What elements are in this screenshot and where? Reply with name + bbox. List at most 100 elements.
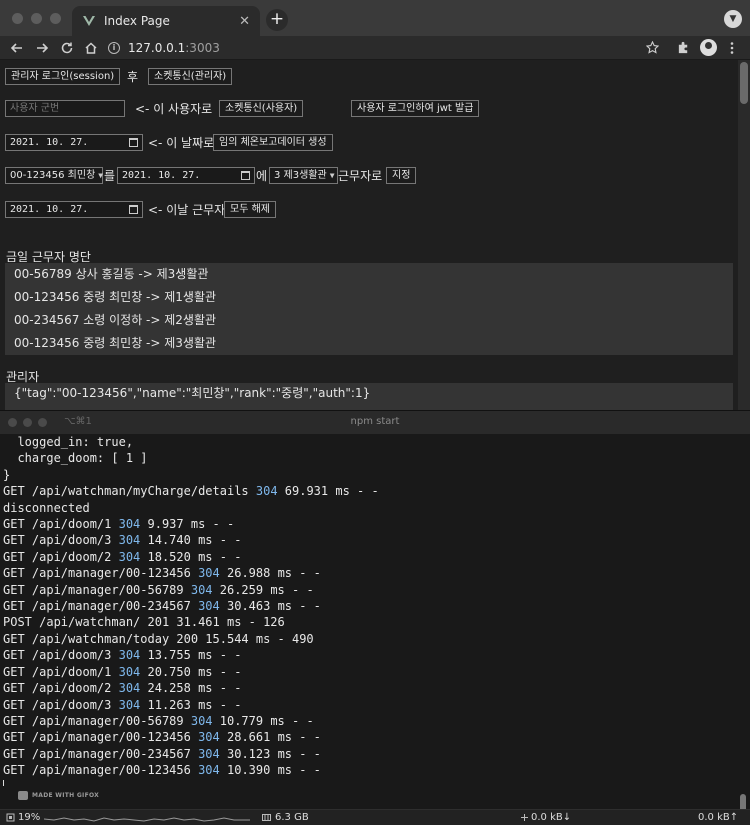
status-code: 304 xyxy=(198,746,220,761)
terminal-text: 9.937 ms - - xyxy=(140,517,235,532)
status-code: 304 xyxy=(255,484,278,499)
socket-admin-button[interactable]: 소켓통신(관리자) xyxy=(148,68,233,85)
terminal-line: GET /api/manager/00-123456 304 26.988 ms… xyxy=(3,565,738,581)
url-host: 127.0.0.1 xyxy=(128,41,186,55)
admin-login-button[interactable]: 관리자 로그인(session) xyxy=(5,68,121,85)
person-select-value: 00-123456 최민창 xyxy=(10,170,96,181)
bookmark-star-icon[interactable] xyxy=(646,41,659,54)
user-id-placeholder: 사용자 군번 xyxy=(10,103,60,114)
today-duty-list: 00-56789 상사 홍길동 -> 제3생활관 00-123456 중령 최민… xyxy=(5,263,733,355)
status-code: 304 xyxy=(198,730,220,745)
cpu-icon xyxy=(6,813,15,822)
terminal-text: GET /api/doom/3 xyxy=(3,533,119,548)
back-arrow-icon[interactable] xyxy=(10,41,24,55)
list-item: 00-56789 상사 홍길동 -> 제3생활관 xyxy=(14,267,209,281)
status-code: 304 xyxy=(118,517,141,532)
calendar-icon[interactable] xyxy=(129,205,138,214)
date-input-assign[interactable]: 2021. 10. 27. xyxy=(117,167,255,184)
terminal-line: GET /api/watchman/today 200 15.544 ms - … xyxy=(3,631,738,647)
minimize-window-button[interactable] xyxy=(31,13,42,24)
person-select[interactable]: 00-123456 최민창 ▼ xyxy=(5,167,103,184)
terminal-line: GET /api/manager/00-234567 304 30.123 ms… xyxy=(3,746,738,762)
list-item: {"tag":"00-123456","name":"최민창","rank":"… xyxy=(14,386,371,400)
calendar-icon[interactable] xyxy=(129,138,138,147)
status-code: 304 xyxy=(198,599,220,614)
terminal-text: GET /api/manager/00-234567 xyxy=(3,746,199,761)
terminal-text: 26.988 ms - - xyxy=(219,566,321,581)
admin-list: {"tag":"00-123456","name":"최민창","rank":"… xyxy=(5,383,733,410)
terminal-line: disconnected xyxy=(3,500,738,516)
gifox-logo-icon xyxy=(18,791,28,800)
terminal-line: GET /api/manager/00-56789 304 10.779 ms … xyxy=(3,713,738,729)
jwt-issue-button[interactable]: 사용자 로그인하여 jwt 발급 xyxy=(351,100,480,117)
terminal-text: GET /api/doom/2 xyxy=(3,549,119,564)
terminal-text: 30.123 ms - - xyxy=(219,746,321,761)
date-value: 2021. 10. 27. xyxy=(10,204,89,215)
kebab-menu-icon[interactable] xyxy=(729,41,735,55)
terminal-line: charge_doom: [ 1 ] xyxy=(3,450,738,466)
date-value: 2021. 10. 27. xyxy=(10,137,89,148)
terminal-line: POST /api/watchman/ 201 31.461 ms - 126 xyxy=(3,614,738,630)
terminal-text: 10.390 ms - - xyxy=(219,763,321,778)
socket-user-button[interactable]: 소켓통신(사용자) xyxy=(219,100,304,117)
terminal-line: GET /api/doom/1 304 9.937 ms - - xyxy=(3,516,738,532)
terminal-text: 10.779 ms - - xyxy=(212,713,314,728)
vue-logo-icon xyxy=(83,16,95,26)
terminal-line: GET /api/manager/00-56789 304 26.259 ms … xyxy=(3,582,738,598)
chevron-down-icon: ▼ xyxy=(98,171,104,180)
extensions-puzzle-icon[interactable] xyxy=(677,41,690,54)
close-window-button[interactable] xyxy=(12,13,23,24)
terminal-text: 14.740 ms - - xyxy=(140,533,242,548)
cpu-usage: 19% xyxy=(18,812,41,823)
url-port: :3003 xyxy=(185,41,220,55)
tab-search-button[interactable]: ▼ xyxy=(724,10,742,28)
site-info-icon[interactable]: i xyxy=(108,42,120,54)
page-scrollbar[interactable] xyxy=(738,60,750,410)
terminal-line: } xyxy=(3,467,738,483)
forward-arrow-icon[interactable] xyxy=(35,41,49,55)
day-duty-label: <- 이날 근무자 xyxy=(148,203,226,217)
terminal-prompt-line[interactable] xyxy=(3,779,738,786)
terminal-text: GET /api/watchman/today 200 15.544 ms - … xyxy=(3,631,314,646)
profile-avatar[interactable] xyxy=(700,39,717,56)
scrollbar-thumb[interactable] xyxy=(740,62,748,104)
e-label: 에 xyxy=(256,169,268,183)
date-input-clear[interactable]: 2021. 10. 27. xyxy=(5,201,143,218)
gifox-text: MADE WITH GIFOX xyxy=(32,792,100,799)
generate-temperature-button[interactable]: 임의 체온보고데이터 생성 xyxy=(213,134,333,151)
calendar-icon[interactable] xyxy=(241,171,250,180)
assign-button[interactable]: 지정 xyxy=(386,167,417,184)
terminal-text: 30.463 ms - - xyxy=(219,599,321,614)
clear-all-button[interactable]: 모두 해제 xyxy=(224,201,276,218)
terminal-line: logged_in: true, xyxy=(3,434,738,450)
date-value: 2021. 10. 27. xyxy=(122,170,201,181)
status-code: 304 xyxy=(118,533,141,548)
terminal-text: GET /api/doom/1 xyxy=(3,517,119,532)
user-id-input[interactable]: 사용자 군번 xyxy=(5,100,125,117)
home-icon[interactable] xyxy=(84,41,98,55)
terminal-line: GET /api/doom/2 304 18.520 ms - - xyxy=(3,549,738,565)
terminal-line: GET /api/manager/00-123456 304 28.661 ms… xyxy=(3,729,738,745)
status-code: 304 xyxy=(198,566,220,581)
list-item: 00-123456 중령 최민창 -> 제1생활관 xyxy=(14,290,217,304)
terminal-output[interactable]: logged_in: true, charge_doom: [ 1 ]} GET … xyxy=(3,434,738,786)
as-user-label: <- 이 사용자로 xyxy=(135,102,213,116)
date-input-generate[interactable]: 2021. 10. 27. xyxy=(5,134,143,151)
doom-select[interactable]: 3 제3생활관 ▼ xyxy=(269,167,338,184)
terminal-titlebar: ⌥⌘1 npm start xyxy=(0,410,750,434)
terminal-text: GET /api/watchman/myCharge/details xyxy=(3,484,256,499)
gifox-watermark: MADE WITH GIFOX xyxy=(18,791,99,800)
close-tab-icon[interactable]: ✕ xyxy=(239,14,250,29)
date-label: <- 이 날짜로 xyxy=(148,136,215,150)
terminal-text: GET /api/manager/00-123456 xyxy=(3,763,199,778)
terminal-text: GET /api/doom/3 xyxy=(3,648,119,663)
new-tab-button[interactable]: + xyxy=(266,9,288,31)
terminal-text: 24.258 ms - - xyxy=(140,681,242,696)
tab-index-page[interactable]: Index Page ✕ xyxy=(72,6,260,36)
duty-label: 근무자로 xyxy=(338,169,383,183)
address-bar[interactable]: i 127.0.0.1:3003 xyxy=(108,38,668,58)
reload-icon[interactable] xyxy=(60,41,74,55)
zoom-window-button[interactable] xyxy=(50,13,61,24)
terminal-line: GET /api/manager/00-123456 304 10.390 ms… xyxy=(3,762,738,778)
terminal-window: ⌥⌘1 npm start logged_in: true, charge_do… xyxy=(0,410,750,825)
